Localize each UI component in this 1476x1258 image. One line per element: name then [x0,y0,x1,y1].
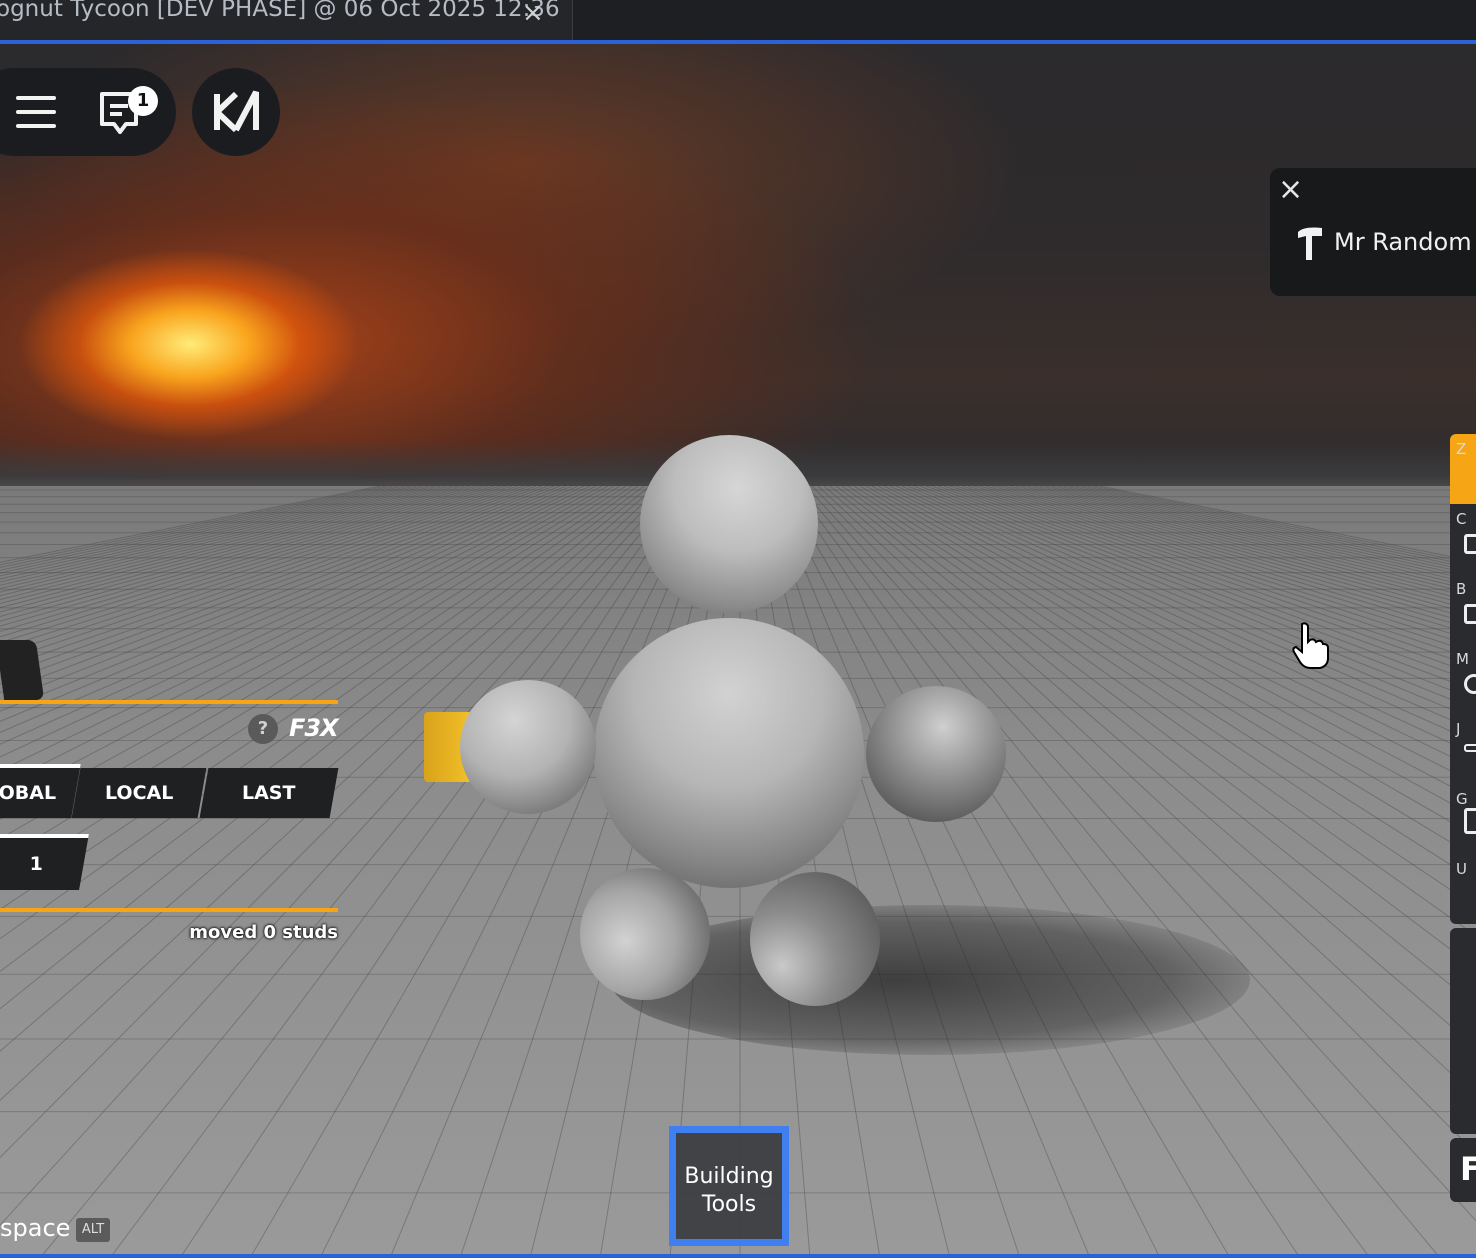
tab-close-icon[interactable]: × [522,0,544,28]
keybind-hint-text: space [0,1214,71,1242]
move-status-text: moved 0 studs [189,922,338,943]
texture-tool-icon[interactable] [1464,808,1476,834]
help-button[interactable]: ? [248,714,278,744]
axis-local-button[interactable]: LOCAL [71,768,207,818]
f3x-action-strip[interactable] [1450,928,1476,1134]
axis-global-button[interactable]: OBAL [0,764,81,818]
body-sphere[interactable] [594,618,864,888]
tool-key-b[interactable]: B [1456,580,1466,598]
tool-key-c[interactable]: C [1456,510,1466,528]
notification-toast: × Mr Random [1270,168,1476,296]
panel-top-divider [0,700,338,704]
hotbar-label: Building Tools [676,1163,782,1219]
f3x-tool-strip: Z C B M J G U [1450,434,1476,924]
increment-input[interactable]: 1 [0,834,89,890]
f3x-extra-label: F [1460,1150,1476,1188]
f3x-logo: F3X [289,714,339,742]
hotbar-label-line2: Tools [701,1192,757,1217]
hotbar-label-line1: Building [684,1164,774,1189]
hammer-icon [1298,227,1322,260]
left-leg-sphere[interactable] [580,868,710,1000]
alt-key-badge: ALT [76,1218,110,1242]
hotbar-slot-building-tools[interactable]: Building Tools [669,1126,789,1246]
game-viewport[interactable] [0,0,1476,1258]
window-bottom-border [0,1254,1476,1258]
left-arm-sphere[interactable] [460,680,596,814]
window-tab-title: ognut Tycoon [DEV PHASE] @ 06 Oct 2025 1… [0,0,560,22]
tool-key-g[interactable]: G [1456,790,1468,808]
right-leg-sphere[interactable] [750,872,880,1006]
panel-bottom-divider [0,908,338,912]
tool-key-u[interactable]: U [1456,860,1467,878]
right-arm-sphere[interactable] [866,686,1006,822]
head-sphere[interactable] [640,435,818,613]
tool-key-j[interactable]: J [1456,720,1460,738]
hand-cursor-icon [1292,622,1329,669]
notification-text: Mr Random [1334,228,1472,256]
weld-tool-icon[interactable] [1464,744,1476,752]
rotate-tool-icon[interactable] [1464,604,1476,624]
chat-unread-badge: 1 [128,86,158,116]
window-tab[interactable]: ognut Tycoon [DEV PHASE] @ 06 Oct 2025 1… [0,0,573,40]
paint-tool-icon[interactable] [1464,674,1476,694]
menu-icon[interactable] [16,96,56,128]
tool-key-z[interactable]: Z [1456,440,1466,458]
f3x-extra-tab[interactable]: F [1450,1138,1476,1202]
roblox-logo-icon [214,90,259,133]
move-tool-panel: ? F3X OBAL LOCAL LAST 1 moved 0 studs [0,700,340,950]
resize-tool-icon[interactable] [1464,534,1476,554]
tool-key-m[interactable]: M [1456,650,1469,668]
axis-last-button[interactable]: LAST [199,768,339,818]
roblox-logo-button[interactable] [192,68,280,156]
close-icon[interactable]: × [1278,172,1303,208]
window-titlebar: ognut Tycoon [DEV PHASE] @ 06 Oct 2025 1… [0,0,1476,44]
topbar-pill: 1 [0,68,176,156]
